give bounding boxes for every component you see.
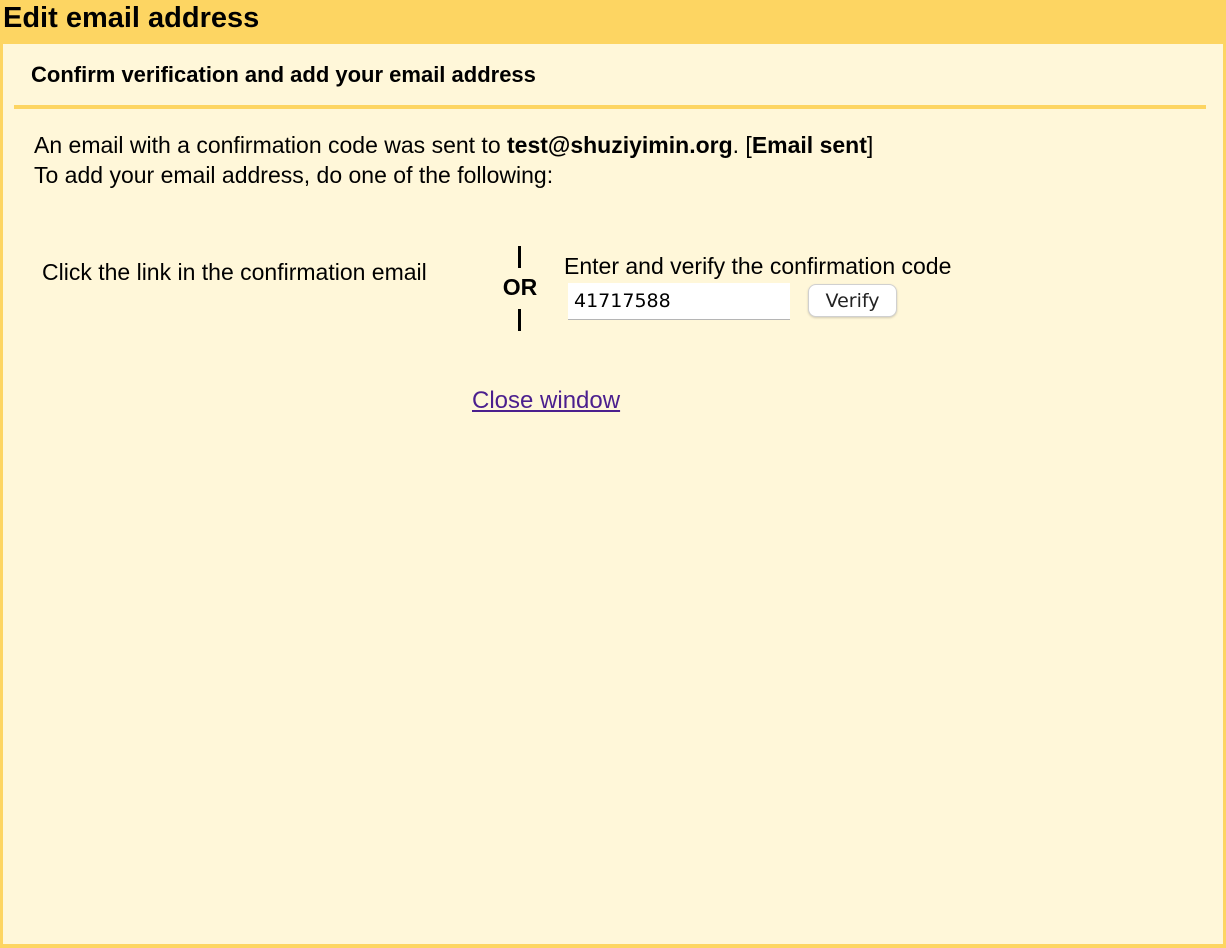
title-bar: Edit email address (0, 0, 1226, 44)
separator-bar-top (518, 246, 521, 268)
sent-status: Email sent (751, 132, 867, 158)
sent-message-mid: . [ (732, 132, 752, 158)
edit-email-window: Edit email address Confirm verification … (0, 0, 1226, 948)
sent-email-address: test@shuziyimin.org (507, 132, 733, 158)
sent-message-prefix: An email with a confirmation code was se… (34, 132, 508, 158)
enter-code-label: Enter and verify the confirmation code (564, 253, 952, 279)
window-title: Edit email address (3, 2, 260, 34)
click-link-option: Click the link in the confirmation email (42, 259, 427, 285)
separator-bar-bottom (518, 309, 521, 331)
confirmation-code-input[interactable] (568, 283, 790, 320)
section-divider (14, 105, 1206, 109)
sent-message: An email with a confirmation code was se… (34, 130, 873, 160)
close-window-link[interactable]: Close window (472, 386, 620, 416)
or-separator: OR (497, 246, 543, 332)
section-heading: Confirm verification and add your email … (31, 62, 536, 87)
instructions-text: To add your email address, do one of the… (34, 162, 554, 188)
sent-message-suffix: ] (866, 132, 874, 158)
or-label: OR (502, 274, 538, 300)
verify-button[interactable]: Verify (808, 284, 897, 317)
